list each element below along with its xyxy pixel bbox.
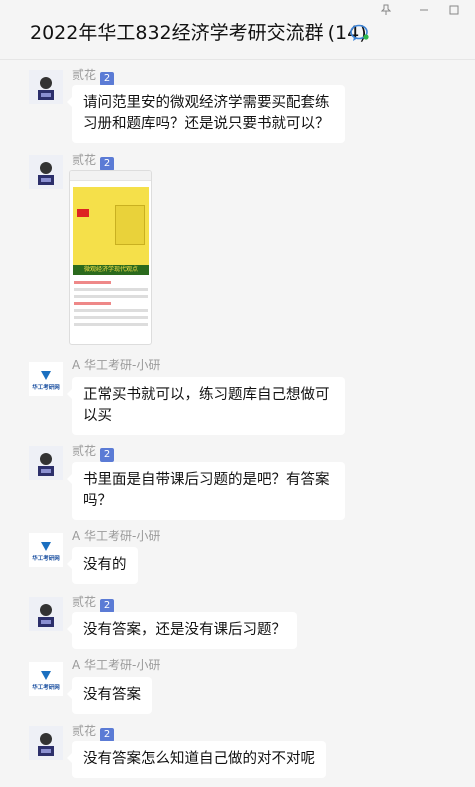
- minimize-icon[interactable]: [418, 4, 430, 16]
- avatar[interactable]: 华工考研网: [29, 533, 63, 567]
- logo-icon: [41, 671, 51, 680]
- chat-bubble-icon[interactable]: [350, 24, 370, 42]
- level-badge: 2: [100, 728, 115, 742]
- sender-name: 贰花 2: [72, 593, 115, 613]
- image-caption: 微观经济学现代观点: [73, 265, 149, 275]
- avatar[interactable]: 华工考研网: [29, 662, 63, 696]
- sender-name: A 华工考研-小研: [72, 358, 161, 372]
- avatar[interactable]: [29, 726, 63, 760]
- chat-header: 2022年华工832经济学考研交流群 (14): [0, 0, 475, 60]
- level-badge: 2: [100, 157, 115, 171]
- group-name: 2022年华工832经济学考研交流群: [30, 22, 324, 44]
- logo-icon: [41, 371, 51, 380]
- message-bubble[interactable]: 没有答案怎么知道自己做的对不对呢: [67, 741, 326, 778]
- sender-name: 贰花 2: [72, 722, 115, 742]
- avatar[interactable]: [29, 155, 63, 189]
- avatar[interactable]: [29, 70, 63, 104]
- level-badge: 2: [100, 72, 115, 86]
- message-bubble[interactable]: 没有答案: [67, 677, 152, 714]
- message-bubble[interactable]: 没有的: [67, 547, 138, 584]
- message-bubble[interactable]: 正常买书就可以，练习题库自己想做可以买: [67, 377, 345, 435]
- maximize-icon[interactable]: [448, 4, 460, 16]
- avatar[interactable]: [29, 597, 63, 631]
- level-badge: 2: [100, 599, 115, 613]
- message-bubble[interactable]: 书里面是自带课后习题的是吧？有答案吗？: [67, 462, 345, 520]
- sender-name: 贰花 2: [72, 151, 115, 171]
- sender-name: A 华工考研-小研: [72, 658, 161, 672]
- pin-icon[interactable]: [380, 4, 392, 16]
- sender-name: 贰花 2: [72, 66, 115, 86]
- sender-name: 贰花 2: [72, 442, 115, 462]
- sender-name: A 华工考研-小研: [72, 529, 161, 543]
- avatar[interactable]: 华工考研网: [29, 362, 63, 396]
- level-badge: 2: [100, 448, 115, 462]
- image-message[interactable]: 微观经济学现代观点: [69, 170, 152, 345]
- book-cover-image: [73, 187, 149, 265]
- avatar[interactable]: [29, 446, 63, 480]
- chat-title: 2022年华工832经济学考研交流群 (14): [30, 18, 367, 45]
- message-bubble[interactable]: 请问范里安的微观经济学需要买配套练习册和题库吗？还是说只要书就可以？: [67, 85, 345, 143]
- logo-icon: [41, 542, 51, 551]
- message-bubble[interactable]: 没有答案，还是没有课后习题？: [67, 612, 297, 649]
